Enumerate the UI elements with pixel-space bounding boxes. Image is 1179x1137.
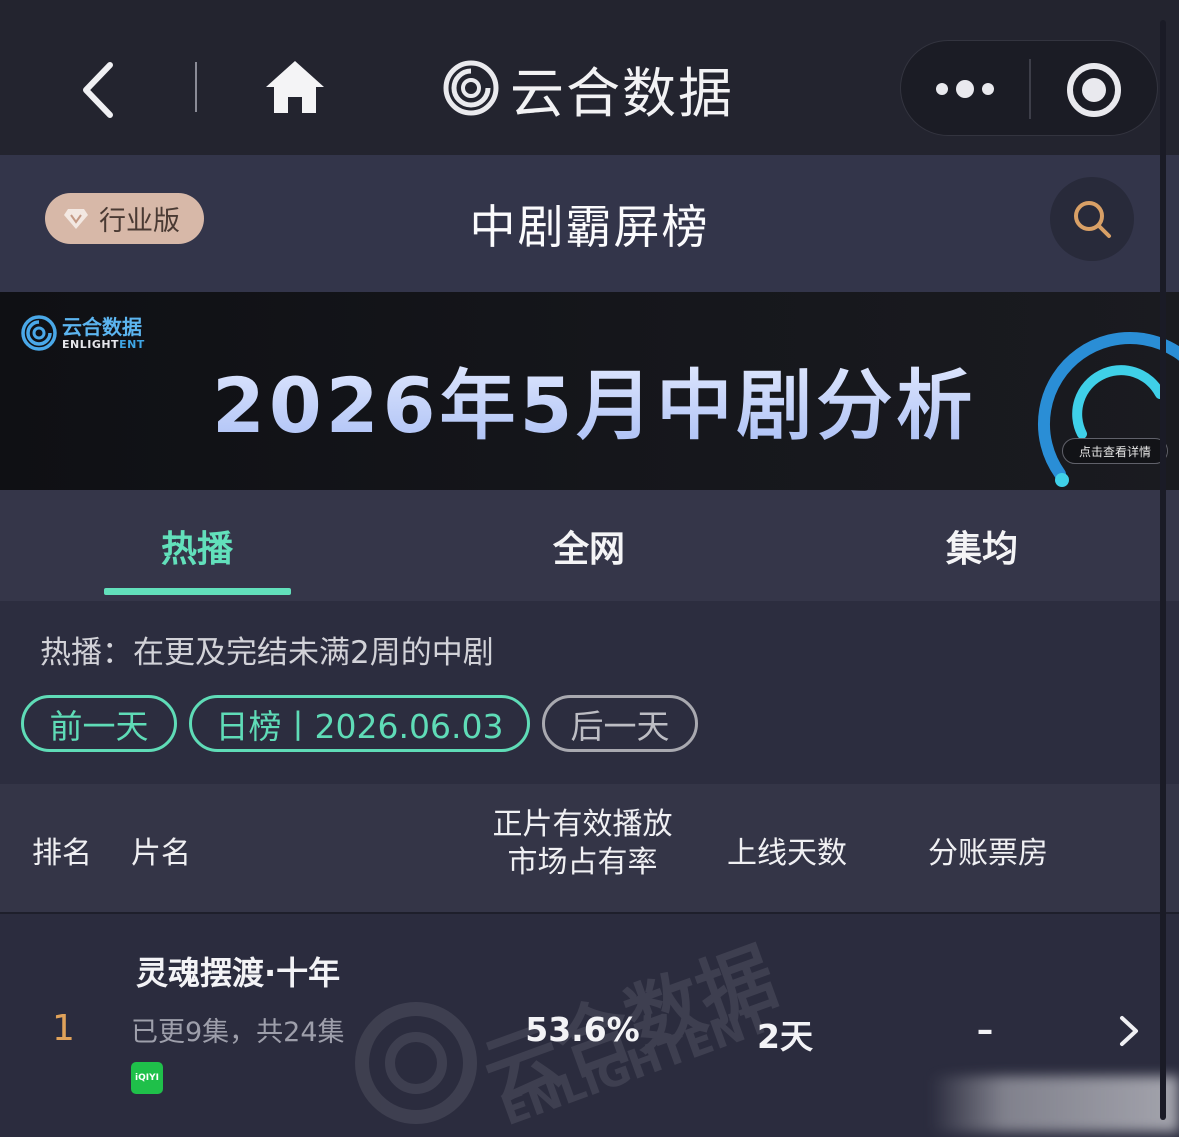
chevron-right-icon[interactable] <box>1116 1014 1142 1048</box>
banner-detail-button[interactable]: 点击查看详情 <box>1062 438 1168 464</box>
target-circle-icon[interactable] <box>1067 63 1121 117</box>
tab-active-indicator <box>104 588 291 595</box>
top-nav-bar: 云合数据 <box>0 0 1179 155</box>
more-dots-icon[interactable] <box>923 59 1007 119</box>
blurred-overlay <box>930 1076 1179 1132</box>
page-title: 中剧霸屏榜 <box>469 200 710 254</box>
row-rank: 1 <box>52 1008 75 1049</box>
filter-description: 热播：在更及完结未满2周的中剧 <box>40 635 494 671</box>
brand: 云合数据 <box>442 55 734 125</box>
date-selector[interactable]: 日榜丨2026.06.03 <box>189 695 530 752</box>
row-episodes: 已更9集，共24集 <box>131 1017 345 1048</box>
tab-per-episode[interactable]: 集均 <box>882 520 1082 572</box>
brand-logo-icon <box>443 60 499 116</box>
iqiyi-platform-icon: iQIYI <box>131 1062 163 1094</box>
nav-divider <box>195 62 197 112</box>
capsule-divider <box>1029 59 1031 119</box>
column-box-office: 分账票房 <box>928 836 1048 871</box>
column-rank: 排名 <box>32 836 92 871</box>
brand-logo-icon <box>21 315 57 351</box>
home-icon[interactable] <box>262 55 328 121</box>
mini-program-capsule <box>900 40 1158 136</box>
column-days-online: 上线天数 <box>727 836 847 871</box>
row-box-office: – <box>976 1010 994 1049</box>
tab-hot[interactable]: 热播 <box>97 520 297 572</box>
chevron-left-icon[interactable] <box>70 55 130 125</box>
banner-logo-en: ENLIGHTENT <box>62 337 145 351</box>
search-icon <box>1074 201 1111 238</box>
page-header: 行业版 中剧霸屏榜 <box>0 155 1179 292</box>
banner-logo-cn: 云合数据 <box>62 314 142 339</box>
column-title: 片名 <box>131 836 191 871</box>
promo-banner[interactable]: 云合数据 ENLIGHTENT 2026年5月中剧分析 点击查看详情 <box>0 292 1179 490</box>
tab-bar: 热播 全网 集均 <box>0 490 1179 601</box>
row-title: 灵魂摆渡·十年 <box>136 954 341 992</box>
brand-name: 云合数据 <box>510 61 734 125</box>
table-row[interactable]: 云合数据 ENLIGHTENT 1 灵魂摆渡·十年 已更9集，共24集 iQIY… <box>0 914 1179 1137</box>
next-day-button[interactable]: 后一天 <box>542 695 698 752</box>
row-market-share: 53.6% <box>525 1010 640 1049</box>
column-market-share: 正片有效播放 市场占有率 <box>492 807 673 880</box>
banner-title: 2026年5月中剧分析 <box>212 344 976 454</box>
prev-day-button[interactable]: 前一天 <box>21 695 177 752</box>
row-days-online: 2天 <box>757 1017 813 1056</box>
search-button[interactable] <box>1050 177 1134 261</box>
tab-all-network[interactable]: 全网 <box>489 520 689 572</box>
scrollbar[interactable] <box>1160 20 1166 1120</box>
filter-section: 热播：在更及完结未满2周的中剧 前一天 日榜丨2026.06.03 后一天 <box>0 601 1179 784</box>
banner-logo: 云合数据 ENLIGHTENT <box>20 314 145 352</box>
table-header: 排名 片名 正片有效播放 市场占有率 上线天数 分账票房 <box>0 784 1179 914</box>
